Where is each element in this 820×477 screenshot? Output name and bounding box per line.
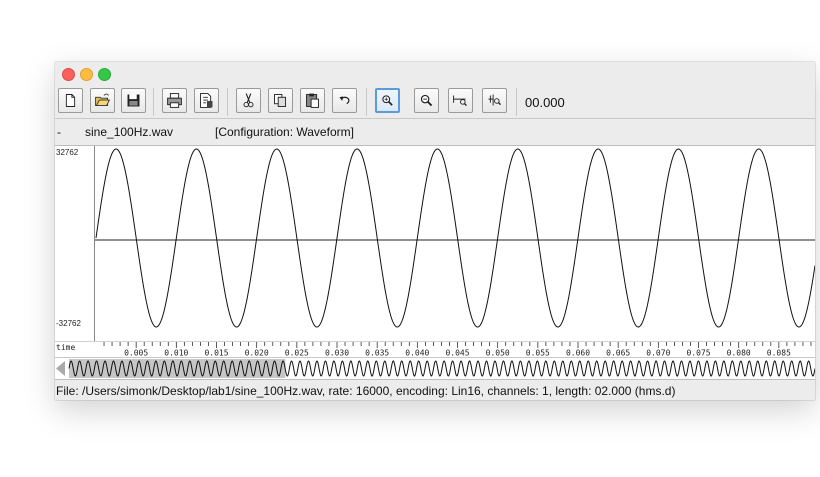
overview-scrollbar[interactable]	[55, 357, 815, 379]
zoom-out-button[interactable]	[414, 88, 439, 113]
info-bar: - sine_100Hz.wav [Configuration: Wavefor…	[55, 119, 815, 146]
toolbar-separator	[516, 88, 517, 116]
waveform-window: 00.000 - sine_100Hz.wav [Configuration: …	[55, 62, 815, 400]
undo-button[interactable]	[332, 88, 357, 113]
printer-icon	[167, 93, 182, 108]
close-window-button[interactable]	[62, 68, 75, 81]
overview-canvas[interactable]	[55, 358, 815, 379]
floppy-disk-icon	[127, 94, 140, 107]
open-folder-icon	[95, 93, 111, 107]
file-name-label: sine_100Hz.wav	[85, 125, 174, 139]
paste-button[interactable]	[300, 88, 325, 113]
channel-marker: -	[57, 125, 61, 139]
cut-button[interactable]	[236, 88, 261, 113]
properties-button[interactable]	[194, 88, 219, 113]
scissors-icon	[243, 93, 254, 108]
time-axis-ticks: 0.005 0.010 0.015 0.020 0.025 0.030 0.035 0.040…	[103, 342, 812, 358]
toolbar-separator	[366, 88, 367, 116]
clipboard-icon	[306, 93, 319, 108]
zoom-window-button[interactable]	[98, 68, 111, 81]
waveform-plot[interactable]: 32762 -32762	[55, 146, 815, 341]
time-axis: time 0.005 0.010 0.015 0.020 0.025 0.030 0.035…	[55, 341, 815, 358]
copy-button[interactable]	[268, 88, 293, 113]
minimize-window-button[interactable]	[80, 68, 93, 81]
toolbar-separator	[227, 88, 228, 116]
zoom-to-selection-button[interactable]	[482, 88, 507, 113]
scroll-left-arrow-icon[interactable]	[56, 361, 65, 376]
document-settings-icon	[200, 93, 213, 108]
configuration-label: [Configuration: Waveform]	[215, 125, 354, 139]
waveform-trace	[95, 148, 815, 328]
status-bar: File: /Users/simonk/Desktop/lab1/sine_10…	[55, 379, 815, 400]
file-info-status: File: /Users/simonk/Desktop/lab1/sine_10…	[56, 384, 676, 398]
cursor-time-readout: 00.000	[525, 95, 565, 110]
zoom-fit-icon	[453, 95, 467, 107]
zoom-out-icon	[420, 94, 433, 107]
open-file-button[interactable]	[90, 88, 115, 113]
zoom-selection-icon	[488, 94, 501, 106]
zoom-in-icon	[382, 95, 393, 106]
undo-arrow-icon	[339, 96, 350, 105]
toolbar: 00.000	[55, 86, 815, 119]
new-document-icon	[65, 94, 76, 107]
print-button[interactable]	[162, 88, 187, 113]
zoom-in-button[interactable]	[375, 88, 400, 113]
toolbar-separator	[153, 88, 154, 116]
save-file-button[interactable]	[121, 88, 146, 113]
zoom-to-fit-button[interactable]	[448, 88, 473, 113]
new-file-button[interactable]	[58, 88, 83, 113]
waveform-canvas[interactable]	[55, 146, 815, 341]
title-bar[interactable]	[55, 62, 815, 84]
copy-icon	[274, 94, 287, 107]
